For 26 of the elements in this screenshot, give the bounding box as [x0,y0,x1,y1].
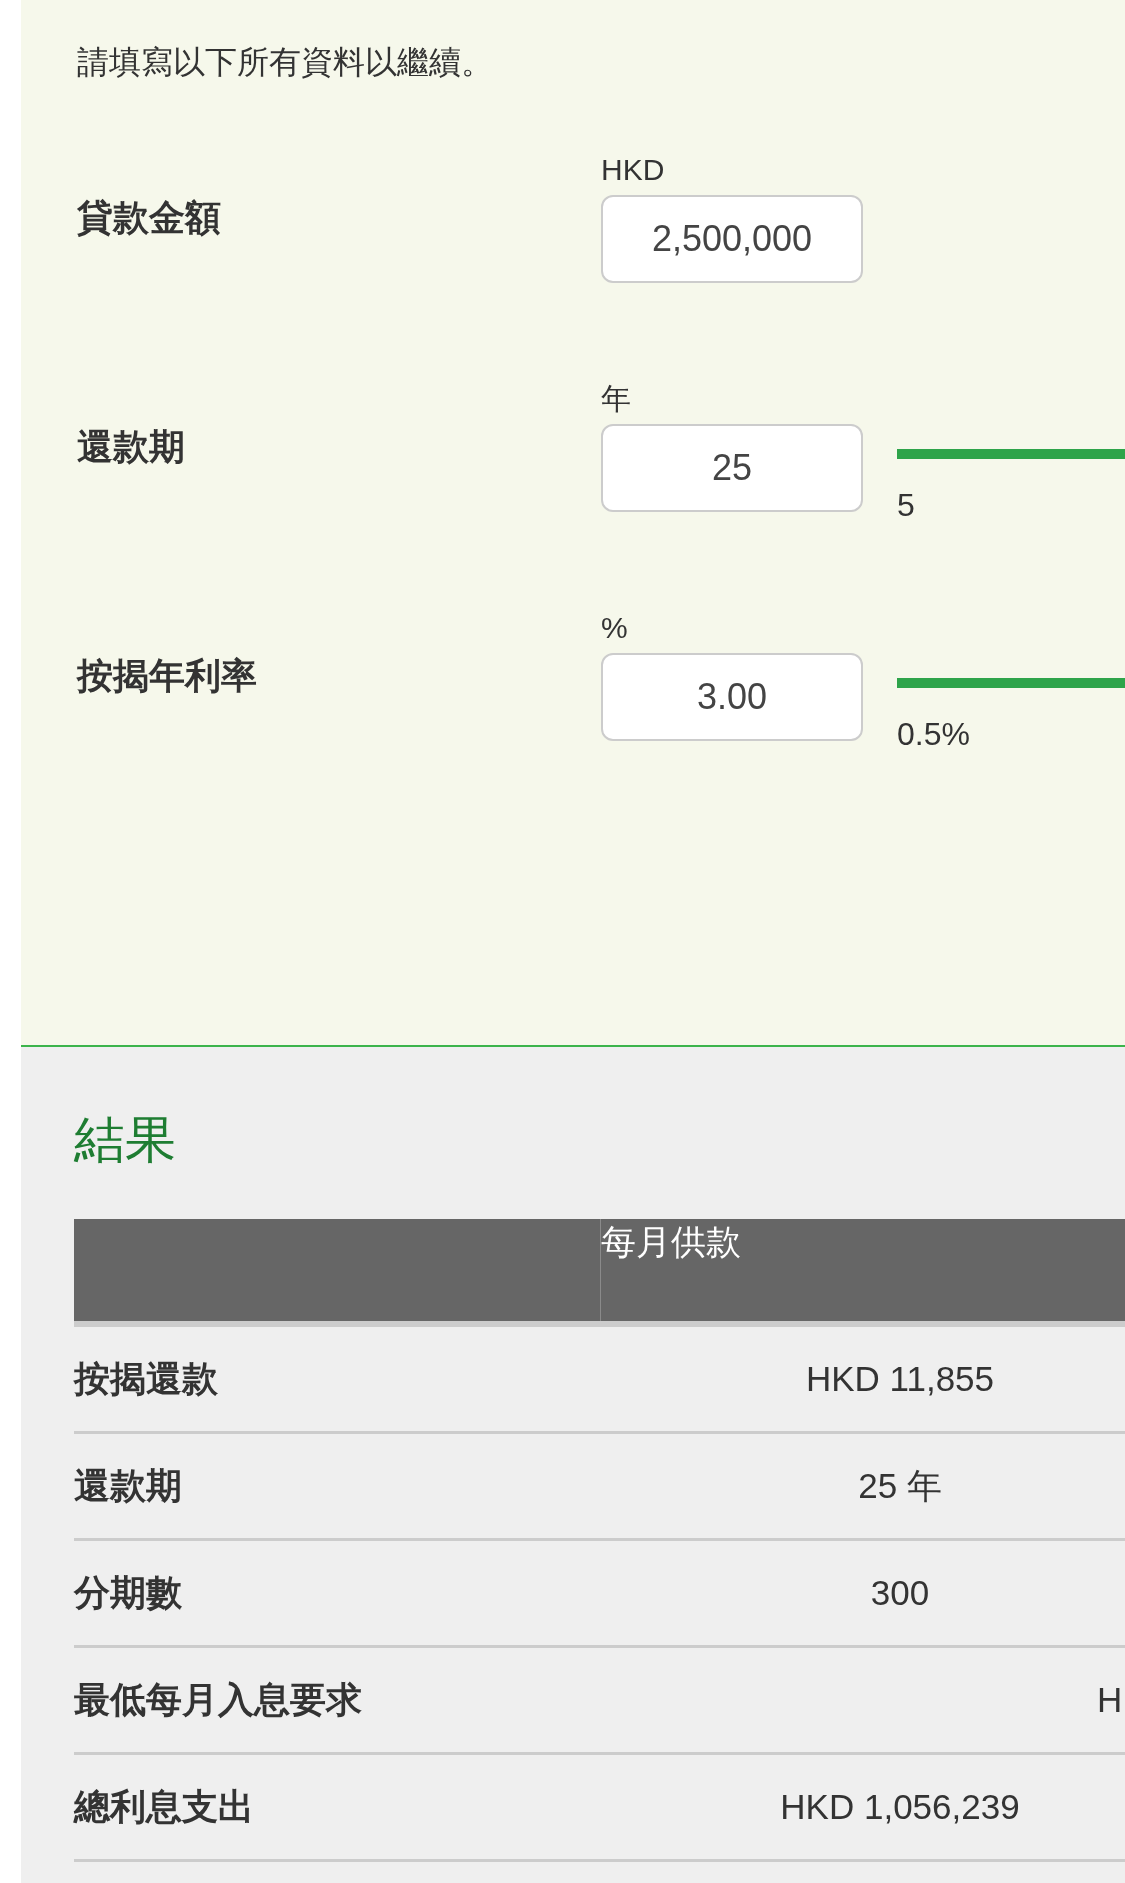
input-field[interactable]: 25 [601,424,863,512]
row-label: 按揭還款 [74,1357,218,1399]
section-title: 結果 [74,1110,177,1170]
unit-label: HKD [601,153,666,187]
slider-track[interactable] [897,449,1125,459]
slider-min-label: 5 [897,487,915,523]
field-label: 貸款金額 [77,196,222,240]
table-cell: HKD 11,855 [805,1359,995,1398]
slider-track[interactable] [897,678,1125,688]
field-label: 還款期 [77,425,186,469]
table-cell: HKD 1,056,239 [780,1787,1020,1826]
table-cell: 25 年 [858,1465,942,1505]
unit-label: 年 [601,382,632,416]
row-label: 分期數 [74,1571,182,1613]
table-cell: H [1097,1680,1123,1719]
slider-min-label: 0.5% [897,716,970,752]
row-label: 還款期 [74,1464,182,1506]
input-field[interactable]: 2,500,000 [601,195,863,283]
row-label: 最低每月入息要求 [74,1678,362,1720]
column-header: 每月供款 [600,1219,1125,1321]
unit-label: % [601,611,629,645]
table-cell: 300 [870,1573,930,1612]
field-label: 按揭年利率 [77,654,258,698]
input-field[interactable]: 3.00 [601,653,863,741]
instruction-text: 請填寫以下所有資料以繼續。 [77,43,494,82]
row-label: 總利息支出 [74,1785,254,1827]
